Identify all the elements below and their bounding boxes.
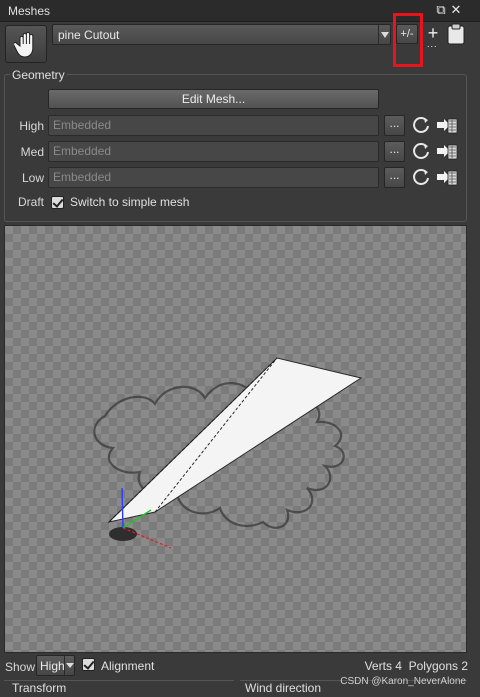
panel-title: Meshes: [8, 4, 51, 18]
transform-group-label: Transform: [10, 681, 69, 695]
alignment-label: Alignment: [101, 659, 155, 673]
add-mesh-button[interactable]: + ...: [424, 24, 442, 49]
reload-icon[interactable]: [410, 141, 432, 163]
reload-icon[interactable]: [410, 167, 432, 189]
lod-high-field[interactable]: Embedded: [48, 115, 379, 136]
assign-mesh-icon[interactable]: [435, 141, 459, 163]
chevron-down-icon[interactable]: [64, 656, 74, 675]
paste-button[interactable]: [446, 23, 466, 45]
close-icon[interactable]: ✕: [448, 2, 464, 18]
hand-icon: [14, 31, 34, 58]
edit-mesh-button[interactable]: Edit Mesh...: [48, 89, 379, 109]
watermark-text: CSDN @Karon_NeverAlone: [340, 676, 466, 687]
mesh-preview-viewport[interactable]: [4, 225, 467, 653]
show-label: Show: [5, 660, 36, 674]
lod-low-field[interactable]: Embedded: [48, 167, 379, 188]
verts-count: Verts 4: [364, 659, 402, 673]
assign-mesh-icon[interactable]: [435, 167, 459, 189]
wind-direction-label: Wind direction: [243, 681, 324, 695]
pivot-shadow: [109, 527, 137, 541]
draft-checkbox-label: Switch to simple mesh: [70, 195, 190, 209]
more-dots: ...: [427, 39, 438, 49]
clipboard-icon: [447, 23, 465, 45]
lod-med-label: Med: [20, 145, 44, 159]
mesh-dropdown-value: pine Cutout: [58, 28, 120, 42]
draft-checkbox[interactable]: [51, 196, 64, 209]
alignment-checkbox[interactable]: [82, 658, 95, 671]
restore-window-icon[interactable]: ⧉: [433, 2, 449, 18]
viewport-footer: Show High Alignment Verts 4 Polygons 2: [0, 654, 480, 678]
lod-high-label: High: [19, 119, 44, 133]
show-lod-dropdown[interactable]: High: [36, 655, 75, 676]
lod-low-label: Low: [21, 171, 44, 185]
lod-med-field[interactable]: Embedded: [48, 141, 379, 162]
lod-high-browse-button[interactable]: ...: [384, 115, 405, 136]
polygons-count: Polygons 2: [408, 659, 468, 673]
draft-label: Draft: [17, 195, 44, 209]
axis-y: [121, 487, 124, 529]
mesh-stats: Verts 4 Polygons 2: [365, 659, 468, 673]
assign-mesh-icon[interactable]: [435, 115, 459, 137]
lod-med-browse-button[interactable]: ...: [384, 141, 405, 162]
geometry-group-label: Geometry: [10, 68, 67, 82]
show-lod-value: High: [40, 659, 65, 673]
highlight-annotation-box: [393, 13, 423, 67]
chevron-down-icon[interactable]: [378, 25, 390, 44]
pan-tool-button[interactable]: [5, 25, 47, 63]
mesh-preview-canvas: [93, 357, 363, 549]
lod-low-browse-button[interactable]: ...: [384, 167, 405, 188]
mesh-dropdown[interactable]: pine Cutout: [52, 24, 391, 45]
reload-icon[interactable]: [410, 115, 432, 137]
